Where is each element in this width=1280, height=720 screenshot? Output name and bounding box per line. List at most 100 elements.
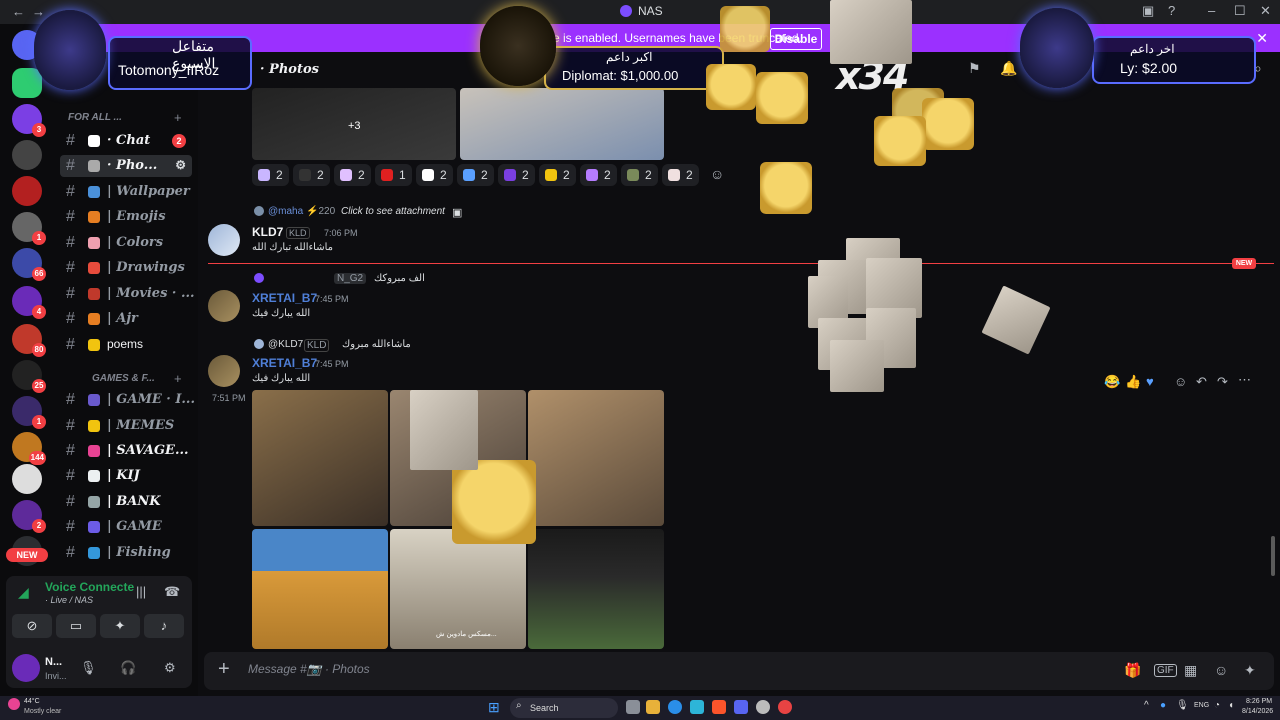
user-avatar[interactable] <box>208 224 240 256</box>
edge-browser-icon[interactable] <box>668 700 682 714</box>
more-options-icon[interactable]: ⋯ <box>1238 372 1251 388</box>
taskbar-search[interactable]: Search <box>510 698 618 718</box>
language-indicator[interactable]: ENG <box>1194 702 1209 709</box>
channel-item[interactable]: # | KIJ <box>60 465 192 487</box>
forward-icon[interactable]: ↷ <box>1217 374 1228 390</box>
reply-username[interactable]: @maha <box>268 206 303 217</box>
weather-icon[interactable] <box>8 698 20 710</box>
voice-channel[interactable]: · Live / NAS <box>45 595 93 605</box>
camera-off-button[interactable]: ⊘ <box>12 614 52 638</box>
disconnect-icon[interactable]: ☎ <box>164 584 180 600</box>
banner-close-icon[interactable]: ✕ <box>1256 30 1268 47</box>
tray-app-icon[interactable]: ● <box>1160 700 1166 711</box>
server-icon[interactable]: 80 <box>12 324 46 357</box>
channel-item[interactable]: # | GAME · I... <box>60 389 195 411</box>
server-icon[interactable] <box>12 68 42 98</box>
reaction-thumbs-up-icon[interactable]: 👍 <box>1125 374 1141 390</box>
channel-item[interactable]: # | MEMES <box>60 415 192 437</box>
channel-item[interactable]: # | BANK <box>60 491 192 513</box>
inbox-icon[interactable]: ▣ <box>1142 3 1154 19</box>
server-icon[interactable]: 144 <box>12 432 46 465</box>
user-avatar[interactable] <box>208 290 240 322</box>
gift-icon[interactable]: 🎁 <box>1124 662 1141 679</box>
server-icon[interactable]: 1 <box>12 396 46 429</box>
headphones-icon[interactable]: 🎧 <box>120 660 136 676</box>
reaction-chip[interactable]: 2 <box>498 164 535 186</box>
message-input[interactable]: Message #📷 · Photos <box>248 662 370 676</box>
reaction-chip[interactable]: 2 <box>252 164 289 186</box>
reply-text[interactable]: ماشاءالله مبروك <box>342 339 411 350</box>
reaction-chip[interactable]: 2 <box>539 164 576 186</box>
apps-icon[interactable]: ✦ <box>1244 662 1256 679</box>
server-icon[interactable] <box>12 140 42 170</box>
channel-item[interactable]: # | GAME <box>60 516 192 538</box>
volume-icon[interactable]: ◖ <box>1228 700 1234 711</box>
server-icon[interactable]: 4 <box>12 286 46 319</box>
server-icon[interactable] <box>12 464 42 494</box>
wifi-icon[interactable]: ◔ <box>1214 700 1220 711</box>
channel-item[interactable]: # | Emojis <box>60 206 192 228</box>
gif-icon[interactable]: GIF <box>1154 664 1177 677</box>
server-icon[interactable]: 66 <box>12 248 46 281</box>
back-button[interactable]: ← <box>12 4 25 19</box>
message-username[interactable]: XRETAI_B7 <box>252 356 317 370</box>
sticker-icon[interactable]: ▦ <box>1184 662 1197 679</box>
reaction-heart-icon[interactable]: ♥ <box>1146 374 1154 389</box>
image-attachment[interactable] <box>528 390 664 526</box>
emoji-icon[interactable]: ☺ <box>1214 662 1228 678</box>
maximize-button[interactable]: ☐ <box>1234 3 1246 19</box>
channel-item[interactable]: # | Movies · ... <box>60 283 195 305</box>
server-icon[interactable] <box>12 176 42 206</box>
voice-status[interactable]: Voice Connecte <box>45 580 134 594</box>
add-reaction-icon[interactable]: ☺ <box>710 166 724 182</box>
category-for-all[interactable]: FOR ALL ... <box>68 112 122 123</box>
channel-item[interactable]: # poems <box>60 334 192 356</box>
message-username[interactable]: KLD7 <box>252 225 283 239</box>
forward-button[interactable]: → <box>32 4 45 19</box>
task-view-icon[interactable] <box>626 700 640 714</box>
reaction-chip[interactable]: 2 <box>334 164 371 186</box>
channel-item[interactable]: # · Pho... ⚙ <box>60 155 192 177</box>
image-attachment[interactable] <box>252 390 388 526</box>
server-icon[interactable]: 25 <box>12 360 46 393</box>
clock-date[interactable]: 8/14/2026 <box>1242 708 1273 715</box>
threads-icon[interactable]: ⚑ <box>968 60 981 77</box>
channel-item[interactable]: # | SAVAGE... <box>60 440 192 462</box>
add-reaction-icon[interactable]: ☺ <box>1174 374 1187 389</box>
channel-item[interactable]: # | Colors <box>60 232 192 254</box>
settings-app-icon[interactable] <box>756 700 770 714</box>
attach-plus-icon[interactable]: + <box>218 658 230 681</box>
server-icon[interactable]: 3 <box>12 104 46 137</box>
reaction-chip[interactable]: 2 <box>457 164 494 186</box>
reaction-chip[interactable]: 1 <box>375 164 412 186</box>
add-channel-icon[interactable]: + <box>174 110 182 125</box>
close-button[interactable]: ✕ <box>1260 3 1271 19</box>
soundboard-button[interactable]: ♪ <box>144 614 184 638</box>
message-username[interactable]: XRETAI_B7 <box>252 291 317 305</box>
weather-desc[interactable]: Mostly clear <box>24 708 61 715</box>
disable-button[interactable]: Disable <box>770 28 822 50</box>
channel-item[interactable]: # | Wallpaper <box>60 181 192 203</box>
image-attachment[interactable] <box>460 88 664 160</box>
channel-item[interactable]: # | Fishing <box>60 542 192 564</box>
more-images-count[interactable]: +3 <box>348 120 361 132</box>
notification-bell-icon[interactable]: 🔔 <box>1000 60 1017 77</box>
activities-button[interactable]: ✦ <box>100 614 140 638</box>
discord-icon[interactable] <box>734 700 748 714</box>
reply-username[interactable]: @KLD7 <box>268 339 303 350</box>
server-icon[interactable]: 1 <box>12 212 46 245</box>
reply-text[interactable]: الف مبروكك <box>374 273 425 284</box>
new-servers-badge[interactable]: NEW <box>6 548 48 562</box>
minimize-button[interactable]: – <box>1208 3 1215 18</box>
noise-suppression-icon[interactable]: ||| <box>136 584 146 599</box>
channel-item[interactable]: # | Drawings <box>60 257 192 279</box>
user-avatar[interactable] <box>208 355 240 387</box>
reaction-chip[interactable]: 2 <box>293 164 330 186</box>
microphone-icon[interactable]: 🎙 <box>80 660 97 676</box>
brave-browser-icon[interactable] <box>712 700 726 714</box>
reply-text[interactable]: Click to see attachment <box>341 206 445 217</box>
category-games[interactable]: GAMES & F... <box>92 373 155 384</box>
user-name[interactable]: N... <box>45 656 62 668</box>
reply-icon[interactable]: ↶ <box>1196 374 1207 390</box>
channel-settings-icon[interactable]: ⚙ <box>175 158 186 172</box>
